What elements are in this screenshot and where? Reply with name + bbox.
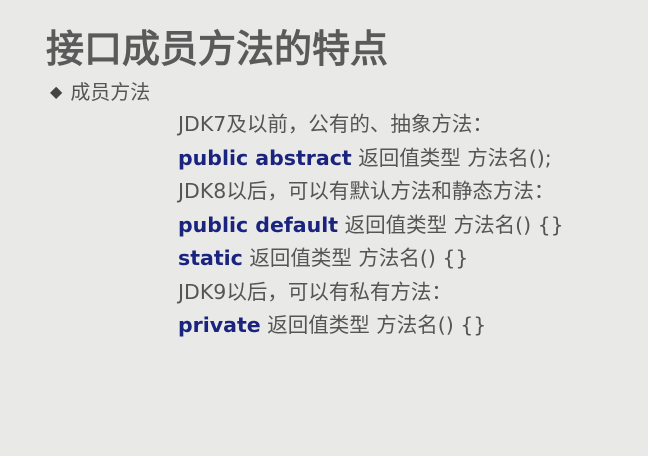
diamond-bullet-icon: ◆ [50,82,63,101]
bullet-label: 成员方法 [70,80,151,104]
keyword-public-default: public default [178,212,339,237]
signature-text: 返回值类型 方法名() {} [338,212,564,237]
keyword-private: private [178,313,261,337]
jdk8-heading: JDK8以后，可以有默认方法和静态方法： [178,179,555,203]
keyword-public-abstract: public abstract [178,145,352,170]
jdk7-heading: JDK7及以前，公有的、抽象方法： [178,112,493,136]
jdk9-heading: JDK9以后，可以有私有方法： [178,279,452,304]
content-block: JDK7及以前，公有的、抽象方法： public abstract 返回值类型 … [178,108,564,343]
signature-text: 返回值类型 方法名() {} [260,313,487,337]
static-line: static 返回值类型 方法名() {} [178,242,564,276]
signature-text: 返回值类型 方法名(); [351,145,552,170]
public-abstract-line: public abstract 返回值类型 方法名(); [178,142,564,176]
public-default-line: public default 返回值类型 方法名() {} [178,209,564,243]
bullet-item: ◆ 成员方法 [50,76,150,105]
keyword-static: static [178,246,243,270]
signature-text: 返回值类型 方法名() {} [242,246,469,270]
slide-title: 接口成员方法的特点 [46,27,389,71]
private-line: private 返回值类型 方法名() {} [178,309,564,343]
